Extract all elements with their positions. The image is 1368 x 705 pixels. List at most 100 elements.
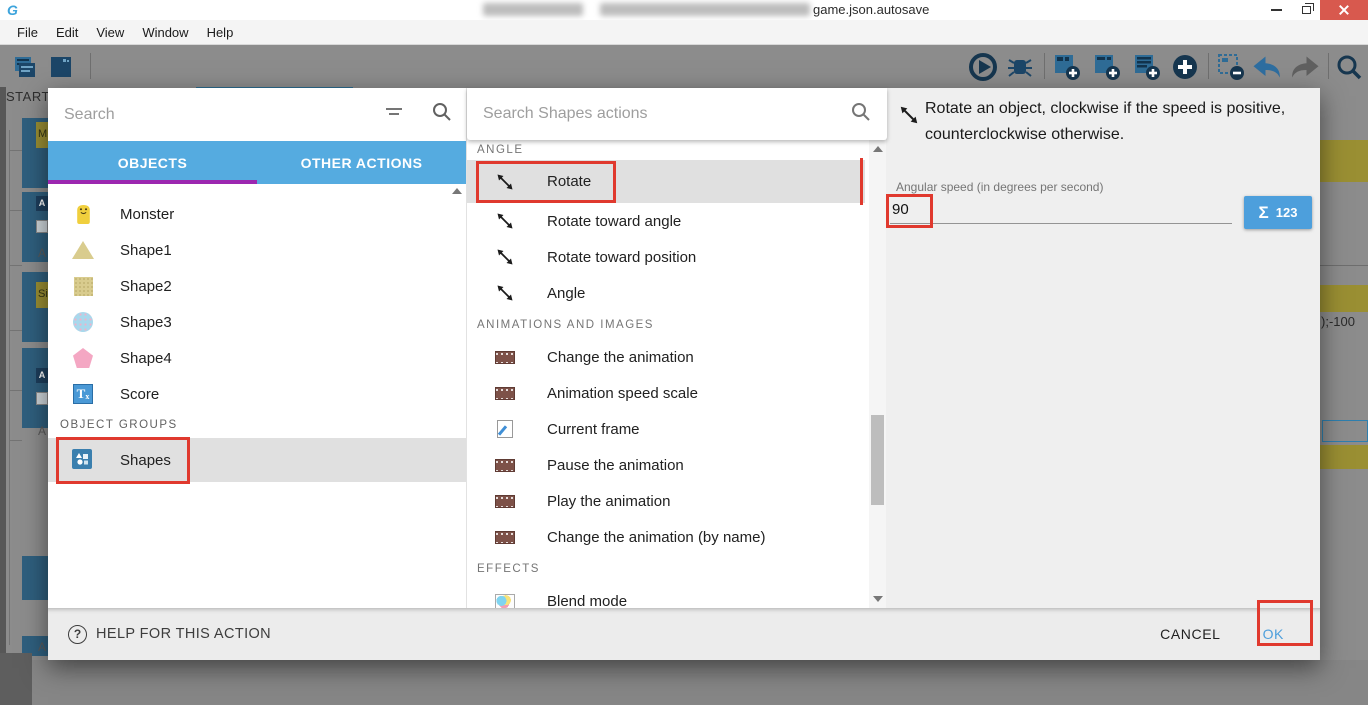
menu-window[interactable]: Window — [133, 22, 197, 43]
rotate-icon — [495, 283, 515, 303]
action-label: Rotate — [547, 173, 592, 190]
actions-search-row — [467, 88, 887, 140]
object-tabs: OBJECTS OTHER ACTIONS — [48, 141, 466, 184]
action-row-rotate[interactable]: Rotate — [467, 160, 865, 203]
project-manager-icon[interactable] — [10, 52, 40, 82]
sigma-icon: Σ — [1258, 202, 1269, 222]
help-label: HELP FOR THIS ACTION — [96, 626, 272, 642]
action-row-current-frame[interactable]: Current frame — [467, 411, 865, 447]
cancel-button[interactable]: CANCEL — [1150, 618, 1230, 650]
objects-scrollbar[interactable] — [452, 188, 464, 604]
event-action-text-fragment: );-100 — [1321, 314, 1355, 329]
action-row-pause-animation[interactable]: Pause the animation — [467, 447, 865, 483]
restore-icon — [1301, 3, 1314, 14]
search-icon[interactable] — [432, 102, 452, 127]
object-row-monster[interactable]: Monster — [48, 196, 466, 232]
action-label: Angle — [547, 284, 586, 302]
action-label: Play the animation — [547, 492, 671, 510]
rotate-icon — [495, 247, 515, 267]
scene-editor-icon[interactable] — [46, 52, 76, 82]
object-row-score[interactable]: Tx Score — [48, 376, 466, 412]
object-row-shape3[interactable]: Shape3 — [48, 304, 466, 340]
event-group-header: M — [36, 122, 48, 148]
group-label: Shapes — [120, 451, 171, 469]
objects-search-input[interactable] — [64, 105, 384, 124]
menu-view[interactable]: View — [87, 22, 133, 43]
event-tree-stub — [9, 265, 22, 266]
add-event-icon[interactable] — [1092, 52, 1122, 82]
add-sub-event-icon[interactable] — [1052, 52, 1082, 82]
scrollbar-thumb[interactable] — [871, 415, 884, 505]
redo-icon[interactable] — [1290, 52, 1320, 82]
add-circle-icon[interactable] — [1170, 52, 1200, 82]
angular-speed-input[interactable] — [890, 196, 1232, 224]
action-row-angle[interactable]: Angle — [467, 275, 865, 311]
event-group-header: Si — [36, 282, 48, 308]
event-condition-block — [22, 556, 48, 600]
rotate-icon — [495, 211, 515, 231]
actions-list: ANGLE Rotate Rotate toward angle Rotate … — [467, 140, 865, 608]
dimmed-corner — [0, 653, 32, 705]
action-label: Pause the animation — [547, 456, 684, 474]
actions-scrollbar[interactable] — [869, 140, 886, 608]
play-icon[interactable] — [968, 52, 998, 82]
tab-other-actions[interactable]: OTHER ACTIONS — [257, 141, 466, 184]
objects-list: Monster Shape1 Shape2 Shape3 Shape4 Tx S… — [48, 184, 466, 608]
object-row-shape1[interactable]: Shape1 — [48, 232, 466, 268]
action-label: Change the animation — [547, 348, 694, 366]
scroll-up-icon[interactable] — [452, 188, 462, 194]
action-row-blend-mode[interactable]: Blend mode — [467, 583, 865, 608]
search-toolbar-icon[interactable] — [1334, 52, 1364, 82]
action-row-rotate-toward-position[interactable]: Rotate toward position — [467, 239, 865, 275]
event-tree-stub — [9, 330, 22, 331]
scroll-down-icon[interactable] — [872, 596, 883, 602]
text-object-icon: Tx — [72, 383, 94, 405]
debug-icon[interactable] — [1005, 52, 1035, 82]
objects-panel: OBJECTS OTHER ACTIONS Monster Shape1 Sha… — [48, 88, 466, 608]
film-icon — [495, 527, 515, 547]
scene-tab-label[interactable]: START — [6, 89, 50, 104]
action-row-play-animation[interactable]: Play the animation — [467, 483, 865, 519]
menu-help[interactable]: Help — [198, 22, 243, 43]
undo-icon[interactable] — [1252, 52, 1282, 82]
action-type-icon: A — [36, 368, 48, 383]
rotate-icon — [495, 172, 515, 192]
minimize-icon — [1270, 9, 1282, 11]
object-label: Monster — [120, 205, 175, 223]
gdevelop-logo-icon: G — [7, 2, 18, 18]
ok-button[interactable]: OK — [1253, 618, 1294, 650]
object-groups-header: OBJECT GROUPS — [60, 419, 178, 431]
add-comment-icon[interactable] — [1132, 52, 1162, 82]
film-icon — [495, 491, 515, 511]
scroll-up-icon[interactable] — [872, 146, 883, 152]
event-checkbox — [36, 392, 48, 405]
menu-file[interactable]: File — [8, 22, 47, 43]
event-tree-line — [9, 130, 10, 645]
rotate-icon — [898, 104, 920, 131]
remove-event-icon[interactable] — [1216, 52, 1246, 82]
expression-editor-button[interactable]: Σ 123 — [1244, 196, 1312, 229]
tab-objects[interactable]: OBJECTS — [48, 141, 257, 184]
action-detail-panel: Rotate an object, clockwise if the speed… — [886, 88, 1320, 608]
actions-search-input[interactable] — [483, 105, 851, 123]
close-button[interactable] — [1320, 0, 1368, 20]
object-row-shape4[interactable]: Shape4 — [48, 340, 466, 376]
minimize-button[interactable] — [1262, 0, 1290, 20]
restore-button[interactable] — [1292, 0, 1320, 20]
action-row-change-animation-by-name[interactable]: Change the animation (by name) — [467, 519, 865, 555]
group-row-shapes[interactable]: Shapes — [48, 438, 466, 482]
toolbar-separator — [1044, 53, 1045, 79]
redacted-title-segment — [600, 3, 810, 16]
action-row-rotate-toward-angle[interactable]: Rotate toward angle — [467, 203, 865, 239]
action-label: Blend mode — [547, 592, 628, 609]
search-icon[interactable] — [851, 102, 871, 127]
action-row-animation-speed-scale[interactable]: Animation speed scale — [467, 375, 865, 411]
ide-left-edge — [0, 45, 6, 705]
toolbar-separator — [1208, 53, 1209, 79]
filter-icon[interactable] — [384, 104, 404, 125]
object-row-shape2[interactable]: Shape2 — [48, 268, 466, 304]
help-for-this-action-button[interactable]: ? HELP FOR THIS ACTION — [68, 624, 272, 644]
menu-edit[interactable]: Edit — [47, 22, 87, 43]
action-row-change-animation[interactable]: Change the animation — [467, 339, 865, 375]
object-label: Shape2 — [120, 277, 172, 295]
